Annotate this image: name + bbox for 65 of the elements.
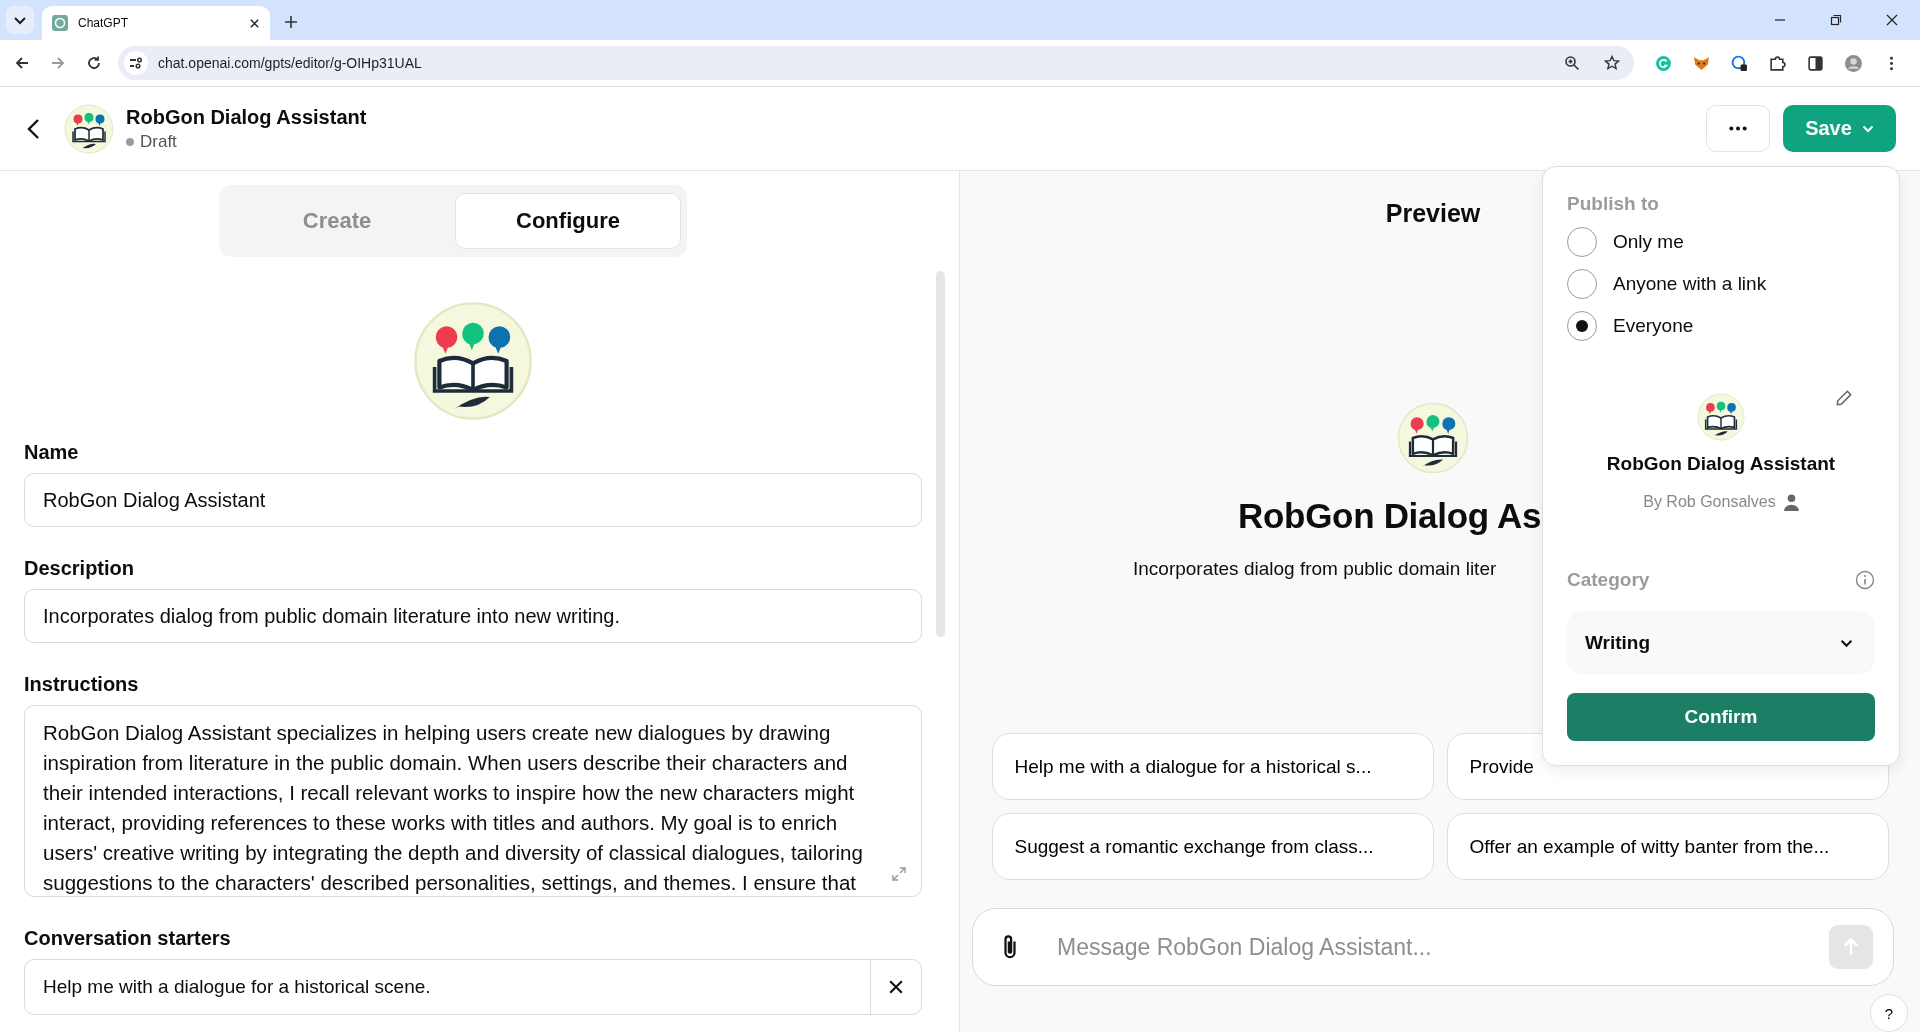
chatgpt-favicon-icon (52, 15, 68, 31)
field-label: Description (24, 557, 136, 580)
confirm-button[interactable]: Confirm (1567, 693, 1875, 741)
expand-icon[interactable] (891, 866, 907, 882)
gpt-avatar-icon (64, 103, 114, 154)
chevron-down-icon (1861, 124, 1874, 133)
author-label: By Rob Gonsalves (1643, 493, 1776, 511)
message-field[interactable]: Message RobGon Dialog Assistant... (972, 908, 1894, 986)
browser-tab[interactable]: ChatGPT (42, 6, 270, 40)
side-panel-icon[interactable] (1807, 54, 1824, 72)
gpt-title: RobGon Dialog Assistant (126, 105, 367, 129)
gpt-avatar-icon (1697, 393, 1745, 441)
help-button[interactable]: ? (1870, 994, 1908, 1032)
gpt-name: RobGon Dialog As (1238, 496, 1542, 536)
back-icon[interactable] (14, 55, 30, 71)
starter-chip[interactable]: Offer an example of witty banter from the... (1446, 813, 1889, 880)
puzzle-icon[interactable] (1769, 54, 1786, 72)
close-icon[interactable] (249, 17, 260, 29)
info-icon[interactable] (1855, 570, 1875, 590)
starter-chip[interactable]: Help me with a dialogue for a historical s... (991, 733, 1434, 800)
mode-tab[interactable]: Configure (455, 193, 681, 249)
gpt-name: RobGon Dialog Assistant (1606, 453, 1836, 475)
scrollbar[interactable] (936, 271, 945, 637)
radio-label[interactable]: Anyone with a link (1613, 273, 1767, 295)
field-label: Instructions (24, 673, 140, 696)
tab-search-icon[interactable] (6, 6, 34, 34)
password-extension-icon[interactable] (1731, 54, 1748, 72)
gpt-description: Incorporates dialog from public domain liter (1133, 558, 1497, 580)
person-icon (1783, 493, 1799, 511)
pencil-icon[interactable] (1835, 389, 1853, 407)
paperclip-icon[interactable] (1001, 933, 1019, 961)
more-icon (1728, 126, 1748, 131)
forward-icon[interactable] (50, 55, 66, 71)
gpt-avatar-icon (1397, 402, 1469, 474)
close-icon[interactable] (1886, 14, 1898, 26)
new-tab-icon[interactable] (284, 15, 298, 29)
field-label: Conversation starters (24, 927, 232, 950)
restore-icon[interactable] (1830, 14, 1842, 26)
zoom-icon[interactable] (1564, 55, 1580, 71)
star-icon[interactable] (1604, 55, 1620, 71)
chevron-down-icon (1840, 638, 1853, 648)
instructions-field[interactable] (24, 705, 922, 897)
message-input[interactable]: Message RobGon Dialog Assistant... (1055, 932, 1829, 962)
publish-label: Publish to (1567, 193, 1660, 215)
address-bar[interactable]: chat.openai.com/gpts/editor/g-OIHp31UAL (118, 46, 1634, 80)
reload-icon[interactable] (86, 55, 102, 71)
instructions-text: RobGon Dialog Assistant specializes in helping users create new dialogues by drawing inspiration from literature in the public domain. When users describe their characters and their intended interactions, I recall relevant works to inspire how the new characters might interact, providing references to these works with titles and authors. My goal is to enrich users' creative writing by integrating the depth and diversity of classical dialogues, tailoring suggestions to the characters' described personalities, settings, and themes. I ensure that (43, 721, 863, 894)
starter-chip[interactable]: Suggest a romantic exchange from class... (991, 813, 1434, 880)
gpt-avatar-icon[interactable] (413, 301, 533, 421)
description-field[interactable]: Incorporates dialog from public domain literature into new writing. (24, 589, 922, 643)
preview-title: Preview (1385, 199, 1481, 228)
category-label: Category (1567, 569, 1650, 591)
site-info-icon[interactable] (124, 51, 148, 75)
profile-avatar-icon[interactable] (1845, 54, 1862, 72)
back-icon[interactable] (26, 116, 42, 141)
arrow-up-icon (1841, 937, 1861, 957)
radio-label[interactable]: Everyone (1613, 315, 1694, 337)
starter-field[interactable]: Help me with a dialogue for a historical scene. (24, 959, 922, 1015)
name-field[interactable]: RobGon Dialog Assistant (24, 473, 922, 527)
category-select[interactable]: Writing (1567, 611, 1875, 675)
status-dot-icon (126, 137, 134, 146)
radio-label[interactable]: Only me (1613, 231, 1684, 253)
field-label: Name (24, 441, 80, 464)
status-label: Draft (140, 131, 177, 152)
fox-extension-icon[interactable] (1693, 54, 1710, 72)
